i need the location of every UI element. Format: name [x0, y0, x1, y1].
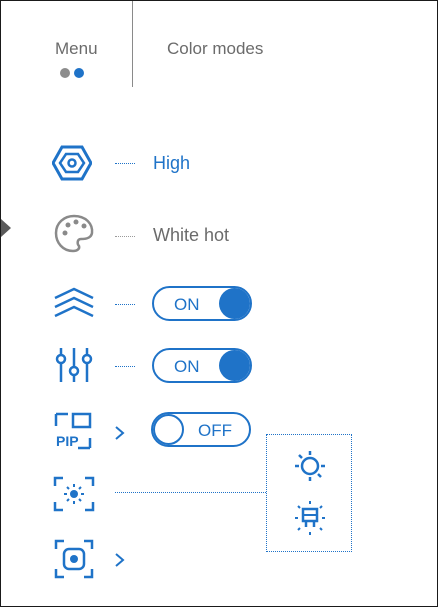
- toggle-knob: [219, 288, 250, 319]
- chevron-right-icon[interactable]: [114, 425, 126, 441]
- display-brightness-icon[interactable]: [293, 500, 327, 536]
- brightness-frame-icon[interactable]: [53, 476, 95, 512]
- popup-connector-line: [115, 492, 266, 493]
- brightness-icon[interactable]: [293, 449, 327, 483]
- header-divider: [132, 1, 133, 87]
- toggle-knob: [153, 414, 184, 445]
- waves-icon[interactable]: [53, 286, 95, 320]
- toggle-label: OFF: [198, 421, 232, 440]
- row-value-white-hot[interactable]: White hot: [153, 225, 229, 246]
- toggle-switch-off[interactable]: OFF: [151, 412, 251, 447]
- row-value-high[interactable]: High: [153, 153, 190, 174]
- sliders-icon[interactable]: [54, 345, 94, 385]
- row-leader-line: [115, 366, 135, 367]
- pip-icon[interactable]: PIP: [54, 412, 94, 450]
- target-frame-icon[interactable]: [54, 539, 94, 579]
- toggle-label: ON: [174, 295, 200, 314]
- toggle-knob: [219, 350, 250, 381]
- toggle-switch-on[interactable]: ON: [152, 348, 252, 383]
- brightness-popup: [266, 434, 352, 552]
- selection-pointer-icon: [1, 219, 11, 237]
- page-dot-inactive: [60, 68, 70, 78]
- device-menu-screen: Menu Color modes High White hot ON ON PI…: [0, 0, 438, 607]
- page-dot-active: [74, 68, 84, 78]
- page-title: Color modes: [167, 39, 264, 58]
- palette-icon[interactable]: [53, 213, 95, 253]
- toggle-label: ON: [174, 357, 200, 376]
- toggle-switch-on[interactable]: ON: [152, 286, 252, 321]
- row-leader-line: [115, 304, 135, 305]
- chevron-right-icon[interactable]: [114, 552, 126, 568]
- row-leader-line: [115, 236, 135, 237]
- hexagon-eye-icon[interactable]: [51, 145, 93, 181]
- svg-text:PIP: PIP: [56, 433, 79, 449]
- row-leader-line: [115, 163, 135, 164]
- menu-label[interactable]: Menu: [55, 39, 98, 59]
